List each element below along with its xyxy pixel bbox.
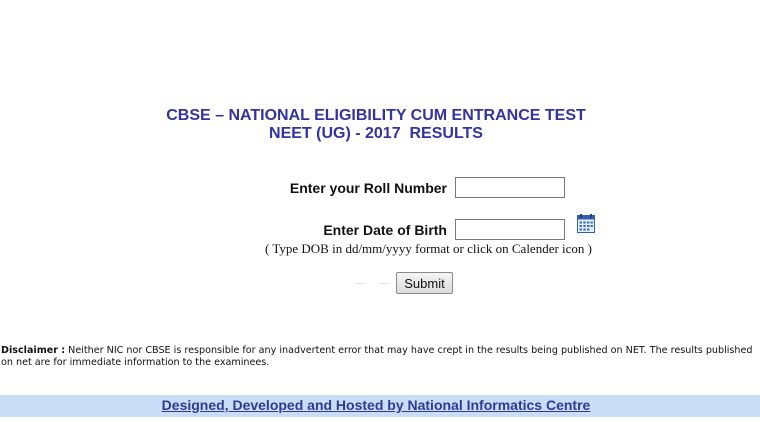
calendar-icon-graphic <box>577 214 595 233</box>
footer-bar: Designed, Developed and Hosted by Nation… <box>0 395 760 417</box>
calendar-icon[interactable] <box>577 214 595 233</box>
dob-format-hint: ( Type DOB in dd/mm/yyyy format or click… <box>264 241 593 256</box>
divider <box>356 283 366 284</box>
submit-button[interactable]: Submit <box>396 272 453 294</box>
roll-number-input[interactable] <box>455 177 565 198</box>
roll-number-label: Enter your Roll Number <box>289 180 447 196</box>
page-title-line-1: CBSE – NATIONAL ELIGIBILITY CUM ENTRANCE… <box>166 107 586 124</box>
page-title: CBSE – NATIONAL ELIGIBILITY CUM ENTRANCE… <box>0 107 752 143</box>
divider <box>380 283 390 284</box>
page-title-line-2: NEET (UG) - 2017 RESULTS <box>269 125 483 142</box>
disclaimer-text: Neither NIC nor CBSE is responsible for … <box>1 345 753 368</box>
nic-credit-link[interactable]: Designed, Developed and Hosted by Nation… <box>162 397 591 413</box>
disclaimer: Disclaimer : Neither NIC nor CBSE is res… <box>1 345 753 369</box>
disclaimer-label: Disclaimer : <box>1 345 66 356</box>
dob-input[interactable] <box>455 219 565 240</box>
dob-label: Enter Date of Birth <box>323 222 447 238</box>
